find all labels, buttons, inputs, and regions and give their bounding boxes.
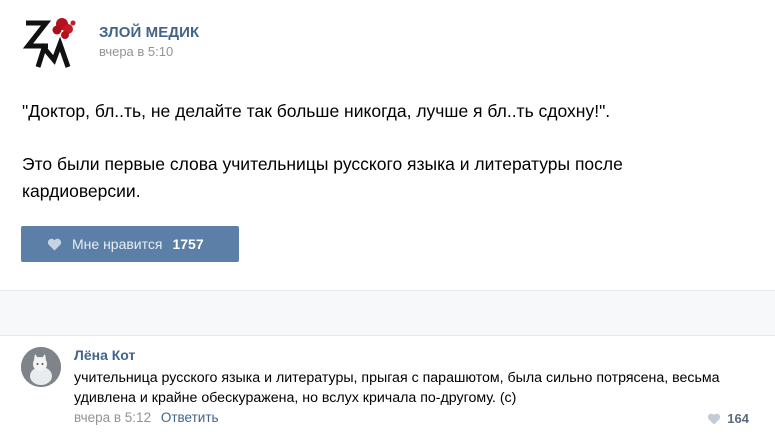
comment-like-button[interactable]: 164: [707, 411, 749, 426]
heart-icon: [707, 413, 721, 425]
comment-text: учительница русского языка и литературы,…: [74, 370, 720, 406]
post-author[interactable]: ЗЛОЙ МЕДИК: [99, 24, 199, 41]
comment-meta: вчера в 5:12 Ответить: [74, 410, 219, 425]
cat-avatar-icon[interactable]: [21, 347, 61, 387]
post-text: "Доктор, бл..ть, не делайте так больше н…: [22, 98, 742, 205]
like-label: Мне нравится: [72, 236, 163, 252]
like-button[interactable]: Мне нравится 1757: [21, 226, 239, 262]
section-divider: [0, 290, 775, 336]
comment-author[interactable]: Лёна Кот: [74, 347, 135, 363]
logo-zm-icon[interactable]: [22, 14, 78, 70]
heart-icon: [47, 238, 62, 251]
post-paragraph: Это были первые слова учительницы русско…: [22, 154, 623, 201]
comment-like-count: 164: [727, 411, 749, 426]
comment-time[interactable]: вчера в 5:12: [74, 410, 151, 425]
post: ЗЛОЙ МЕДИК вчера в 5:10 "Доктор, бл..ть,…: [0, 0, 775, 290]
comment: Лёна Кот учительница русского языка и ли…: [0, 335, 775, 436]
post-time[interactable]: вчера в 5:10: [99, 44, 173, 59]
reply-link[interactable]: Ответить: [161, 410, 219, 425]
post-paragraph: "Доктор, бл..ть, не делайте так больше н…: [22, 101, 611, 121]
like-count: 1757: [172, 236, 204, 252]
